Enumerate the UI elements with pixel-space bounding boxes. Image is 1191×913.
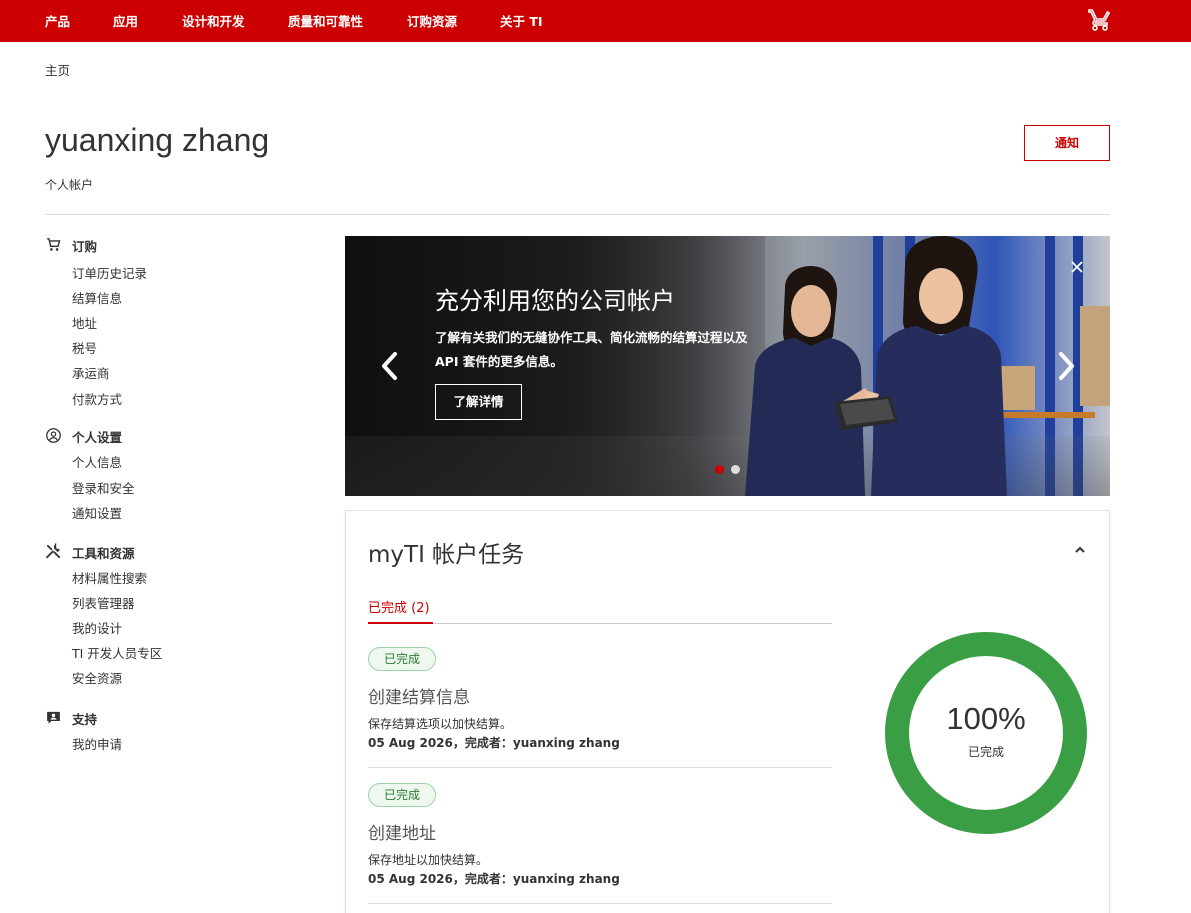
nav-item-design-development[interactable]: 设计和开发	[182, 11, 245, 30]
sidebar-item-my-designs[interactable]: 我的设计	[72, 618, 122, 637]
promo-banner: 充分利用您的公司帐户 了解有关我们的无缝协作工具、简化流畅的结算过程以及 API…	[345, 236, 1110, 496]
sidebar-item-order-history[interactable]: 订单历史记录	[72, 263, 147, 282]
header-divider	[45, 214, 1110, 215]
banner-title: 充分利用您的公司帐户	[435, 287, 675, 315]
sidebar-item-payment-method[interactable]: 付款方式	[72, 389, 122, 408]
sidebar-group-title: 支持	[72, 712, 98, 727]
banner-text: 了解有关我们的无缝协作工具、简化流畅的结算过程以及 API 套件的更多信息。	[435, 330, 748, 369]
nav-item-about-ti[interactable]: 关于 TI	[500, 11, 543, 30]
top-nav: 产品 应用 设计和开发 质量和可靠性 订购资源 关于 TI	[0, 0, 1191, 42]
sidebar-item-login-security[interactable]: 登录和安全	[72, 478, 135, 497]
sidebar-item-developer-zone[interactable]: TI 开发人员专区	[72, 643, 162, 662]
sidebar-group-header: 工具和资源	[45, 541, 305, 561]
banner-photo-tablet	[834, 396, 898, 430]
sidebar-item-personal-info[interactable]: 个人信息	[72, 452, 122, 471]
breadcrumb-home[interactable]: 主页	[45, 60, 70, 79]
tools-icon	[46, 543, 61, 559]
sidebar-group-header: 支持	[45, 707, 305, 727]
sidebar-group-tools-resources: 工具和资源 材料属性搜索 列表管理器 我的设计 TI 开发人员专区 安全资源	[45, 541, 305, 686]
sidebar-group-title: 工具和资源	[72, 546, 135, 561]
sidebar-group-title: 个人设置	[72, 430, 123, 445]
support-icon	[47, 711, 60, 724]
nav-item-products[interactable]: 产品	[45, 11, 70, 30]
chevron-left-icon[interactable]	[378, 348, 402, 384]
carousel-dot-1[interactable]	[715, 465, 724, 474]
sidebar-group-title: 订购	[72, 239, 98, 254]
tabs-baseline	[368, 623, 832, 624]
cart-icon[interactable]	[1088, 8, 1112, 32]
page-title: yuanxing zhang	[45, 122, 270, 158]
sidebar-group-header: 个人设置	[45, 425, 305, 445]
chevron-right-icon[interactable]	[1054, 348, 1078, 384]
sidebar-item-security-resources[interactable]: 安全资源	[72, 668, 122, 687]
task-title: 创建结算信息	[368, 688, 470, 708]
banner-photo-person-right	[865, 236, 1007, 496]
sidebar-group-header: 订购	[45, 234, 305, 254]
sidebar-item-address[interactable]: 地址	[72, 313, 97, 332]
learn-more-button[interactable]: 了解详情	[435, 384, 522, 420]
task-description: 保存结算选项以加快结算。	[368, 717, 513, 731]
task-title: 创建地址	[368, 824, 436, 844]
task-description: 保存地址以加快结算。	[368, 853, 489, 867]
tab-completed[interactable]: 已完成 (2)	[368, 597, 430, 616]
nav-item-applications[interactable]: 应用	[113, 11, 138, 30]
sidebar-item-list-manager[interactable]: 列表管理器	[72, 593, 135, 612]
sidebar-group-support: 支持 我的申请	[45, 707, 305, 752]
sidebar-item-my-requests[interactable]: 我的申请	[72, 734, 122, 753]
sidebar-group-ordering: 订购 订单历史记录 结算信息 地址 税号 承运商 付款方式	[45, 234, 305, 407]
nav-item-quality-reliability[interactable]: 质量和可靠性	[288, 11, 363, 30]
active-tab-indicator	[368, 622, 433, 624]
task-divider	[368, 903, 832, 904]
tasks-title: myTI 帐户任务	[368, 542, 525, 568]
task-divider	[368, 767, 832, 768]
sidebar-item-billing-info[interactable]: 结算信息	[72, 288, 122, 307]
account-tasks-panel: myTI 帐户任务 已完成 (2) 已完成 创建结算信息 保存结算选项以加快结算…	[345, 510, 1110, 913]
chevron-up-icon[interactable]	[1073, 543, 1087, 557]
nav-item-ordering-resources[interactable]: 订购资源	[407, 11, 457, 30]
notifications-button[interactable]: 通知	[1024, 125, 1110, 161]
sidebar-item-tax-id[interactable]: 税号	[72, 338, 97, 357]
sidebar-item-material-search[interactable]: 材料属性搜索	[72, 568, 147, 587]
close-icon[interactable]	[1070, 260, 1084, 274]
progress-percent: 100%	[946, 701, 1026, 736]
task-meta: 05 Aug 2026，完成者：yuanxing zhang	[368, 872, 620, 886]
page-subtitle: 个人帐户	[45, 178, 94, 192]
sidebar-item-notification-settings[interactable]: 通知设置	[72, 503, 122, 522]
progress-label: 已完成	[967, 745, 1004, 759]
task-meta: 05 Aug 2026，完成者：yuanxing zhang	[368, 736, 620, 750]
user-circle-icon	[46, 428, 61, 443]
sidebar-group-personal-settings: 个人设置 个人信息 登录和安全 通知设置	[45, 425, 305, 521]
banner-photo-person-left	[745, 266, 873, 496]
status-badge: 已完成	[368, 647, 436, 671]
cart-icon	[47, 238, 61, 251]
status-badge: 已完成	[368, 783, 436, 807]
carousel-dot-2[interactable]	[731, 465, 740, 474]
sidebar-item-carrier[interactable]: 承运商	[72, 363, 110, 382]
